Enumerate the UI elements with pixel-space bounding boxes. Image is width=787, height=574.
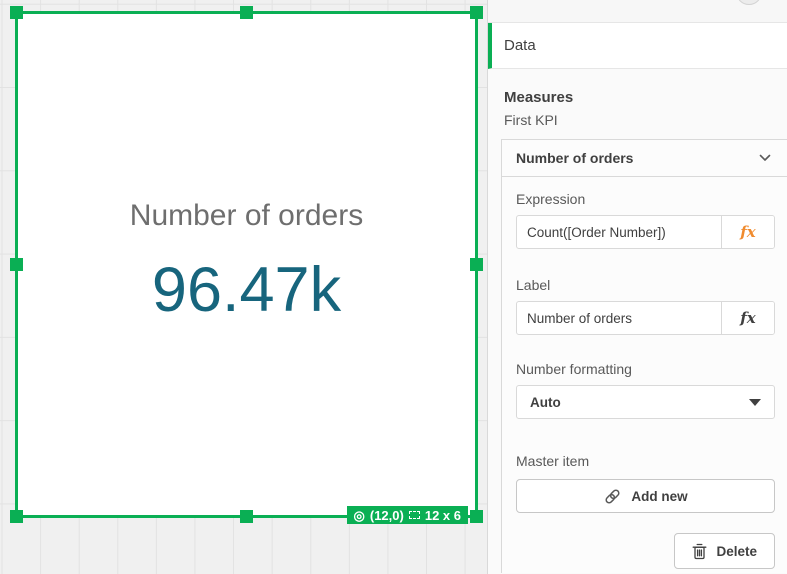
resize-handle-se[interactable]	[470, 510, 483, 523]
kpi-widget[interactable]: Number of orders 96.47k ◎ (12,0) 12 x 6	[15, 11, 478, 518]
resize-handle-ne[interactable]	[470, 6, 483, 19]
measure-accordion: Number of orders Expression fx Label	[501, 139, 787, 573]
selection-size: 12 x 6	[425, 508, 461, 523]
panel-top-strip	[488, 0, 787, 23]
measure-accordion-title: Number of orders	[516, 150, 633, 166]
master-item-label: Master item	[516, 451, 775, 471]
tab-data[interactable]: Data	[488, 23, 787, 69]
fx-icon: fx	[740, 309, 755, 327]
panel-collapse-handle[interactable]	[736, 0, 762, 5]
delete-button[interactable]: Delete	[674, 533, 775, 569]
sheet-canvas[interactable]: Number of orders 96.47k ◎ (12,0) 12 x 6	[0, 0, 487, 574]
section-title: Measures	[504, 89, 771, 107]
kpi-content: Number of orders 96.47k	[18, 197, 475, 325]
selection-position: (12,0)	[370, 508, 404, 523]
number-formatting-dropdown[interactable]: Auto	[516, 385, 775, 419]
tab-data-label: Data	[504, 37, 536, 54]
expression-input[interactable]	[517, 216, 721, 248]
fx-icon: fx	[740, 223, 755, 241]
label-fx-button[interactable]: fx	[721, 302, 774, 334]
measure-accordion-header[interactable]: Number of orders	[502, 140, 787, 177]
measure-accordion-body: Expression fx Label fx Number formatting	[502, 177, 787, 569]
selection-info-badge: ◎ (12,0) 12 x 6	[347, 506, 468, 524]
label-field-group: fx	[516, 301, 775, 335]
delete-label: Delete	[716, 544, 757, 559]
resize-handle-n[interactable]	[240, 6, 253, 19]
add-new-button[interactable]: Add new	[516, 479, 775, 513]
expression-fx-button[interactable]: fx	[721, 216, 774, 248]
resize-handle-sw[interactable]	[10, 510, 23, 523]
section-subtitle: First KPI	[504, 112, 771, 129]
measures-section-header: Measures First KPI	[488, 69, 787, 139]
position-icon: ◎	[354, 509, 365, 522]
properties-panel: Data Measures First KPI Number of orders…	[487, 0, 787, 574]
expression-label: Expression	[516, 189, 775, 209]
label-label: Label	[516, 275, 775, 295]
kpi-title: Number of orders	[18, 197, 475, 235]
resize-handle-w[interactable]	[10, 258, 23, 271]
resize-handle-e[interactable]	[470, 258, 483, 271]
caret-down-icon	[749, 399, 761, 406]
trash-icon	[692, 543, 707, 560]
resize-handle-nw[interactable]	[10, 6, 23, 19]
link-icon	[603, 487, 622, 506]
number-formatting-value: Auto	[530, 395, 561, 410]
expression-field-group: fx	[516, 215, 775, 249]
label-input[interactable]	[517, 302, 721, 334]
size-icon	[409, 511, 420, 519]
delete-row: Delete	[516, 533, 775, 569]
qlik-sense-edit-view: Number of orders 96.47k ◎ (12,0) 12 x 6	[0, 0, 787, 574]
chevron-down-icon	[759, 154, 771, 162]
kpi-value: 96.47k	[18, 255, 475, 325]
add-new-label: Add new	[631, 489, 687, 504]
number-formatting-label: Number formatting	[516, 359, 775, 379]
resize-handle-s[interactable]	[240, 510, 253, 523]
